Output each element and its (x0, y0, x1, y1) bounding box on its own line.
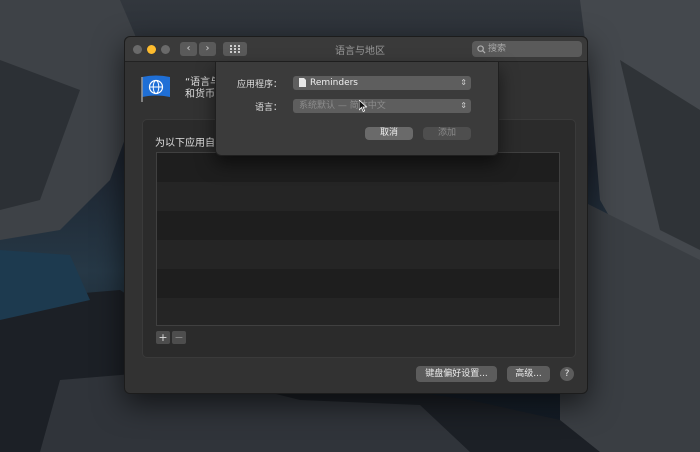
cancel-button[interactable]: 取消 (365, 127, 413, 140)
add-button[interactable]: 添加 (423, 127, 471, 140)
forward-button[interactable]: › (199, 42, 216, 56)
app-label: 应用程序： (236, 80, 282, 90)
up-down-arrows-icon: ⇕ (460, 101, 467, 110)
mouse-cursor-icon (359, 100, 367, 112)
minimize-button[interactable] (147, 45, 156, 54)
zoom-button[interactable] (161, 45, 170, 54)
apps-list[interactable] (156, 152, 560, 326)
app-popup-value: Reminders (310, 78, 358, 88)
window-title: 语言与地区 (335, 46, 385, 57)
remove-app-button[interactable]: − (172, 331, 186, 344)
search-placeholder: 搜索 (488, 44, 507, 54)
show-all-button[interactable] (223, 42, 247, 56)
back-button[interactable]: ‹ (180, 42, 197, 56)
close-button[interactable] (133, 45, 142, 54)
language-label: 语言： (254, 103, 282, 113)
document-icon (299, 78, 306, 87)
search-icon (477, 45, 486, 54)
list-item (157, 240, 559, 269)
list-item (157, 211, 559, 240)
keyboard-preferences-button[interactable]: 键盘偏好设置... (416, 366, 497, 382)
help-button[interactable]: ? (560, 367, 574, 381)
list-item (157, 182, 559, 211)
globe-flag-icon (141, 75, 170, 102)
add-app-button[interactable]: + (156, 331, 170, 344)
advanced-button[interactable]: 高级... (507, 366, 550, 382)
up-down-arrows-icon: ⇕ (460, 78, 467, 87)
app-popup[interactable]: Reminders ⇕ (293, 76, 471, 90)
title-bar: ‹ › 语言与地区 搜索 (125, 37, 587, 62)
language-popup[interactable]: 系统默认 — 简体中文 ⇕ (293, 99, 471, 113)
list-item (157, 153, 559, 182)
list-item (157, 298, 559, 325)
grid-icon (230, 45, 240, 53)
language-popup-value: 系统默认 — 简体中文 (299, 101, 386, 111)
list-item (157, 269, 559, 298)
add-app-sheet: 应用程序： Reminders ⇕ 语言： 系统默认 — 简体中文 ⇕ 取消 添… (215, 62, 499, 156)
search-field[interactable]: 搜索 (472, 41, 582, 57)
